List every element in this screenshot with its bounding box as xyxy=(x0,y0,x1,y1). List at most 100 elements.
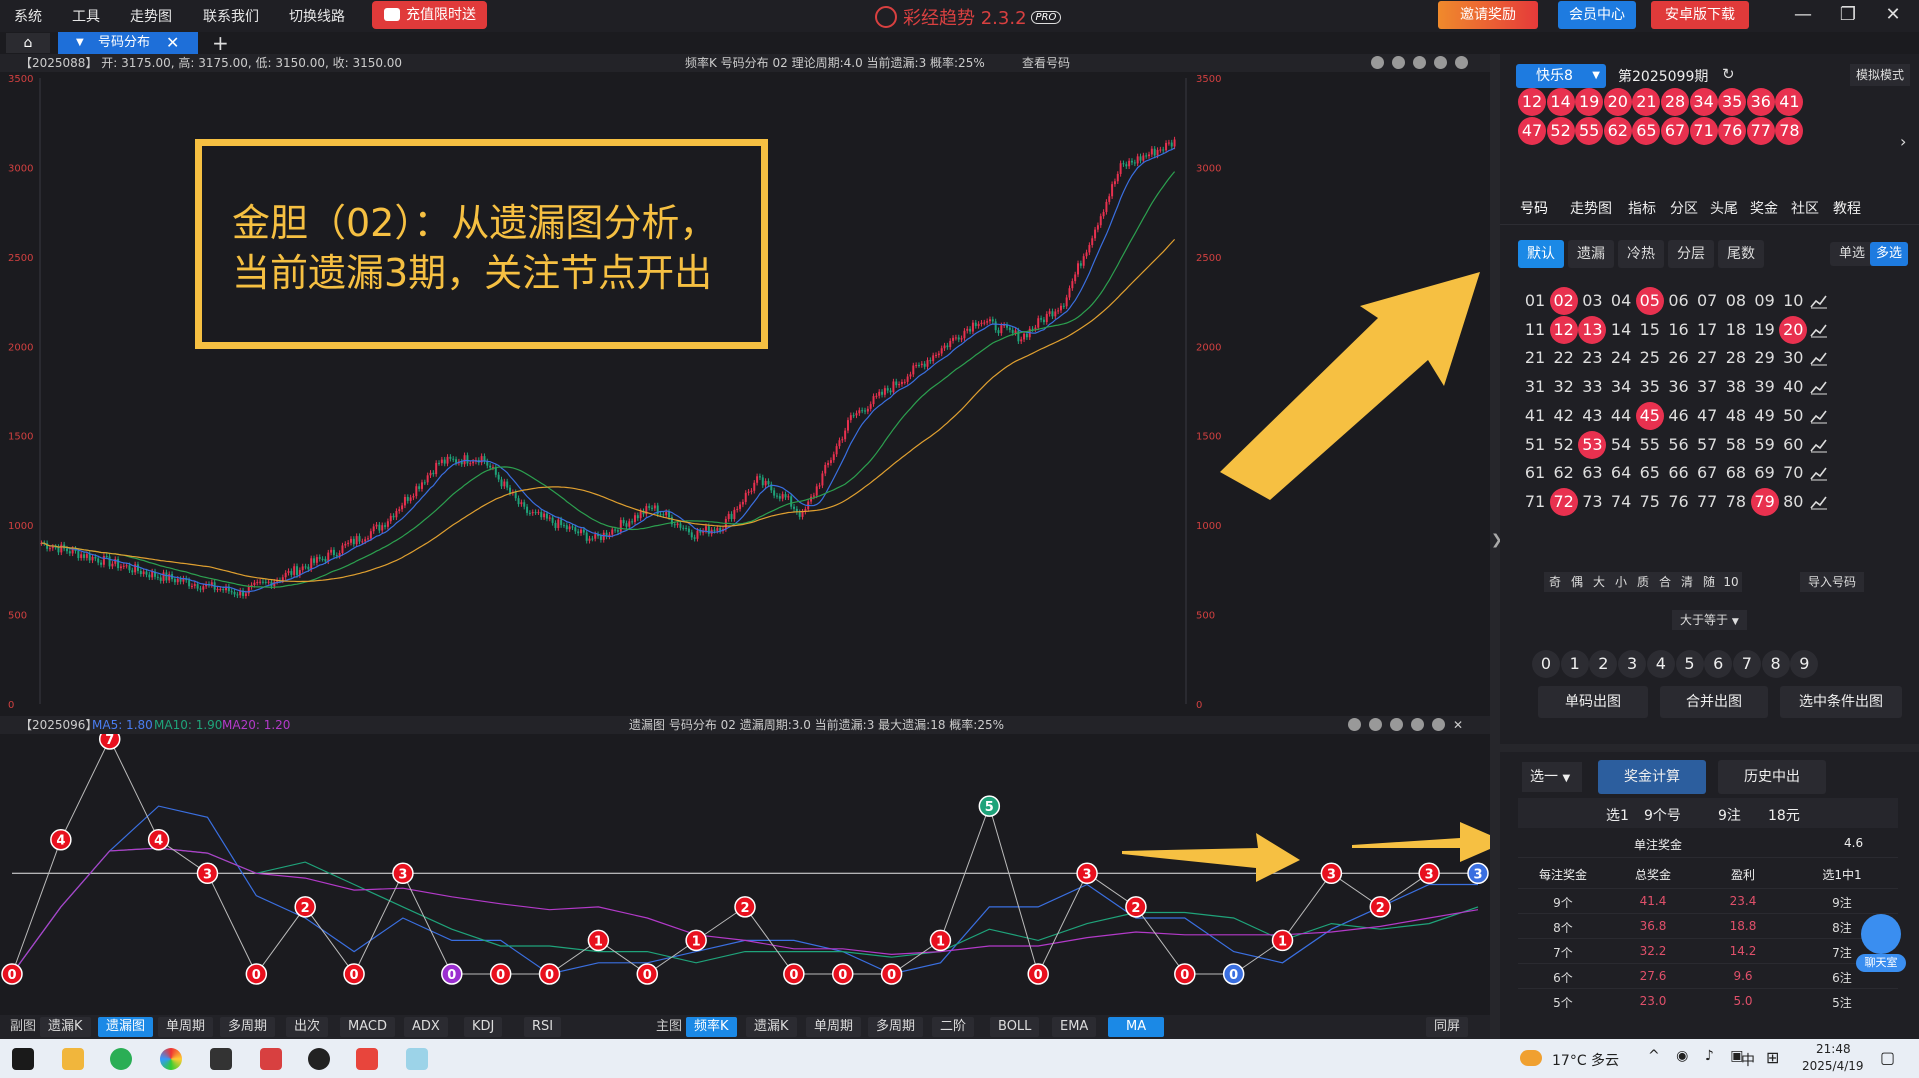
number-45[interactable]: 45 xyxy=(1635,401,1664,430)
panel-divider[interactable]: ❯ xyxy=(1490,54,1503,1039)
android-download-button[interactable]: 安卓版下载 xyxy=(1651,1,1749,29)
tab-1[interactable]: 走势图 xyxy=(1570,198,1612,218)
number-62[interactable]: 62 xyxy=(1550,459,1578,487)
maintab-single-period[interactable]: 单周期 xyxy=(806,1017,862,1037)
number-60[interactable]: 60 xyxy=(1779,431,1807,459)
number-28[interactable]: 28 xyxy=(1722,344,1750,372)
number-49[interactable]: 49 xyxy=(1751,402,1779,430)
tool-icon[interactable] xyxy=(1390,718,1403,731)
number-56[interactable]: 56 xyxy=(1665,431,1693,459)
browser-icon[interactable] xyxy=(160,1048,182,1070)
digit-8[interactable]: 8 xyxy=(1761,650,1790,678)
subtab-kdj[interactable]: KDJ xyxy=(464,1017,503,1037)
number-54[interactable]: 54 xyxy=(1607,431,1635,459)
trend-chart-icon[interactable] xyxy=(1809,493,1829,511)
digit-6[interactable]: 6 xyxy=(1704,650,1733,678)
qq-icon[interactable] xyxy=(308,1048,330,1070)
trend-chart-icon[interactable] xyxy=(1809,349,1829,367)
number-25[interactable]: 25 xyxy=(1636,344,1664,372)
maintab-ma[interactable]: MA xyxy=(1108,1017,1165,1037)
number-42[interactable]: 42 xyxy=(1550,402,1578,430)
import-numbers-button[interactable]: 导入号码 xyxy=(1800,572,1865,592)
number-09[interactable]: 09 xyxy=(1751,287,1779,315)
maintab-ema[interactable]: EMA xyxy=(1052,1017,1097,1037)
tray-icons[interactable]: ^ ◉ ♪ ▣ xyxy=(1648,1048,1749,1064)
number-11[interactable]: 11 xyxy=(1521,316,1549,344)
history-button[interactable]: 历史中出 xyxy=(1718,760,1826,794)
menu-contact[interactable]: 联系我们 xyxy=(203,6,259,26)
number-14[interactable]: 14 xyxy=(1607,316,1635,344)
number-58[interactable]: 58 xyxy=(1722,431,1750,459)
digit-9[interactable]: 9 xyxy=(1790,650,1819,678)
number-31[interactable]: 31 xyxy=(1521,373,1549,401)
number-05[interactable]: 05 xyxy=(1635,287,1664,315)
tool-icon[interactable] xyxy=(1369,718,1382,731)
ge-select[interactable]: 大于等于 ▼ xyxy=(1672,610,1747,630)
digit-5[interactable]: 5 xyxy=(1675,650,1704,678)
merge-chart-button[interactable]: 合并出图 xyxy=(1660,686,1768,718)
number-36[interactable]: 36 xyxy=(1665,373,1693,401)
next-chevron-icon[interactable]: › xyxy=(1900,132,1906,151)
number-33[interactable]: 33 xyxy=(1578,373,1606,401)
number-07[interactable]: 07 xyxy=(1693,287,1721,315)
tool-icon[interactable] xyxy=(1392,56,1405,69)
number-12[interactable]: 12 xyxy=(1549,315,1578,344)
digit-2[interactable]: 2 xyxy=(1589,650,1618,678)
filter-1[interactable]: 遗漏 xyxy=(1568,240,1614,268)
invite-button[interactable]: 邀请奖励 xyxy=(1438,1,1538,29)
number-32[interactable]: 32 xyxy=(1550,373,1578,401)
number-38[interactable]: 38 xyxy=(1722,373,1750,401)
trend-chart-icon[interactable] xyxy=(1809,292,1829,310)
number-52[interactable]: 52 xyxy=(1550,431,1578,459)
number-79[interactable]: 79 xyxy=(1750,487,1779,516)
subtab-multi-period[interactable]: 多周期 xyxy=(220,1017,276,1037)
number-21[interactable]: 21 xyxy=(1521,344,1549,372)
number-01[interactable]: 01 xyxy=(1521,287,1549,315)
start-icon[interactable] xyxy=(12,1048,34,1070)
number-67[interactable]: 67 xyxy=(1693,459,1721,487)
tab-2[interactable]: 指标 xyxy=(1628,198,1656,218)
number-13[interactable]: 13 xyxy=(1578,315,1607,344)
number-46[interactable]: 46 xyxy=(1665,402,1693,430)
wechat-icon[interactable] xyxy=(110,1048,132,1070)
number-39[interactable]: 39 xyxy=(1751,373,1779,401)
number-57[interactable]: 57 xyxy=(1693,431,1721,459)
number-71[interactable]: 71 xyxy=(1521,488,1549,516)
tool-icon[interactable] xyxy=(1371,56,1384,69)
number-73[interactable]: 73 xyxy=(1578,488,1606,516)
member-center-button[interactable]: 会员中心 xyxy=(1558,1,1636,29)
number-44[interactable]: 44 xyxy=(1607,402,1635,430)
number-41[interactable]: 41 xyxy=(1521,402,1549,430)
tool-icon[interactable] xyxy=(1413,56,1426,69)
trend-chart-icon[interactable] xyxy=(1809,407,1829,425)
prize-calc-button[interactable]: 奖金计算 xyxy=(1598,760,1706,794)
home-icon[interactable]: ⌂ xyxy=(6,33,50,53)
single-chart-button[interactable]: 单码出图 xyxy=(1538,686,1648,718)
chip-4[interactable]: 质 xyxy=(1632,572,1654,592)
number-30[interactable]: 30 xyxy=(1779,344,1807,372)
notification-icon[interactable]: ▢ xyxy=(1880,1048,1895,1067)
tab-0[interactable]: 号码 xyxy=(1520,198,1548,218)
digit-4[interactable]: 4 xyxy=(1646,650,1675,678)
chip-1[interactable]: 偶 xyxy=(1566,572,1588,592)
subtab-omission-k[interactable]: 遗漏K xyxy=(40,1017,91,1037)
tab-4[interactable]: 头尾 xyxy=(1710,198,1738,218)
tab-6[interactable]: 社区 xyxy=(1791,198,1819,218)
settings-icon[interactable] xyxy=(1455,56,1468,69)
number-77[interactable]: 77 xyxy=(1693,488,1721,516)
maintab-boll[interactable]: BOLL xyxy=(990,1017,1040,1037)
number-19[interactable]: 19 xyxy=(1751,316,1779,344)
clock-date[interactable]: 2025/4/19 xyxy=(1802,1059,1864,1073)
simulation-mode-button[interactable]: 模拟模式 xyxy=(1850,64,1911,86)
number-22[interactable]: 22 xyxy=(1550,344,1578,372)
tool-icon[interactable] xyxy=(1411,718,1424,731)
number-72[interactable]: 72 xyxy=(1549,487,1578,516)
tab-number-distribution[interactable]: ▼ 号码分布 ✕ xyxy=(58,32,198,54)
tab-close-icon[interactable]: ✕ xyxy=(166,32,179,54)
filter-3[interactable]: 分层 xyxy=(1668,240,1714,268)
pin-icon[interactable] xyxy=(1348,718,1361,731)
omission-chart[interactable]: 0 4 7 4 3 0 2 0 3 0 0 0 1 0 1 2 0 0 0 1 5 0 3 2 0 0 1 3 2 3 3 xyxy=(0,734,1490,1015)
number-66[interactable]: 66 xyxy=(1665,459,1693,487)
digit-7[interactable]: 7 xyxy=(1732,650,1761,678)
ime-mode-icon[interactable]: ⊞ xyxy=(1766,1048,1779,1067)
